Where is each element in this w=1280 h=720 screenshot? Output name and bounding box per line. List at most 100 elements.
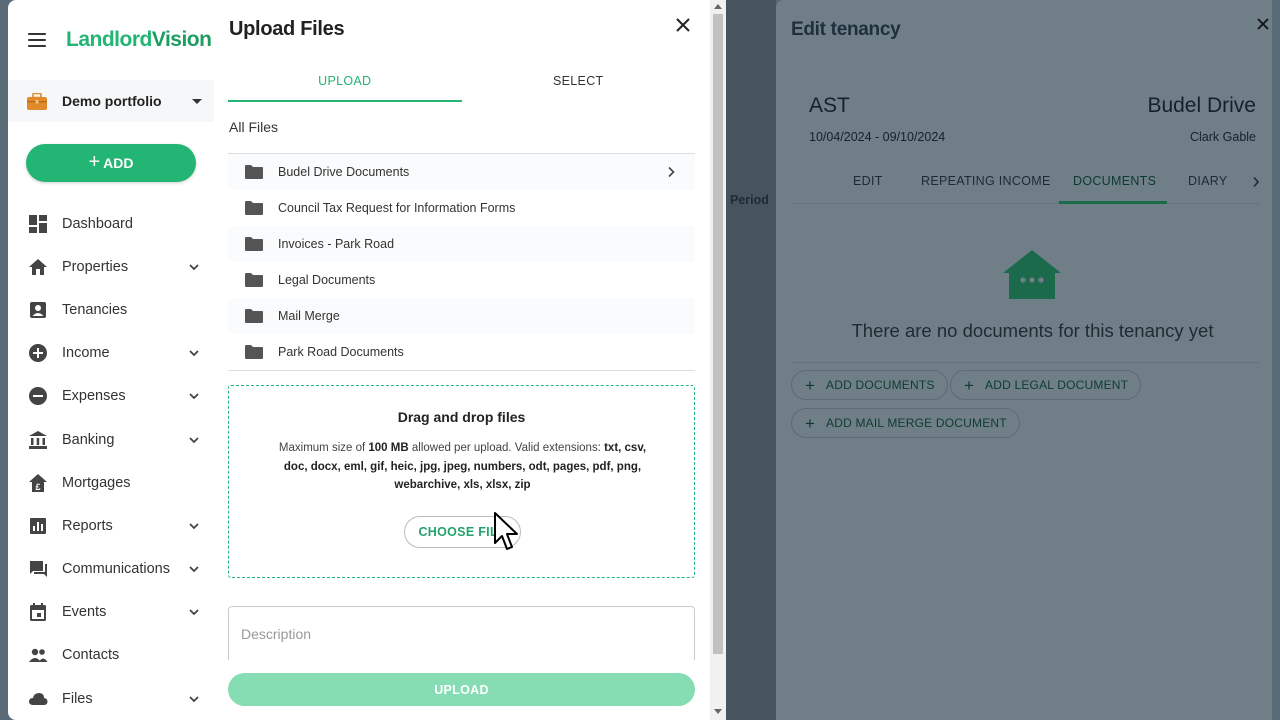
- property-name: Budel Drive: [1147, 94, 1256, 117]
- add-mail-merge-label: ADD MAIL MERGE DOCUMENT: [826, 416, 1007, 430]
- sidebar-item-communications[interactable]: Communications: [8, 548, 214, 591]
- sidebar-item-properties[interactable]: Properties: [8, 245, 214, 288]
- folder-icon: [245, 201, 263, 215]
- briefcase-icon: [27, 93, 47, 110]
- logo[interactable]: LandlordVision: [66, 28, 212, 52]
- sidebar-item-expenses[interactable]: Expenses: [8, 375, 214, 418]
- add-documents-button[interactable]: + ADD DOCUMENTS: [791, 370, 948, 400]
- sidebar-item-contacts[interactable]: Contacts: [8, 634, 214, 677]
- sidebar-item-dashboard[interactable]: Dashboard: [8, 202, 214, 245]
- scroll-up-icon[interactable]: [714, 4, 722, 9]
- svg-text:£: £: [35, 482, 40, 492]
- folder-item[interactable]: Council Tax Request for Information Form…: [228, 190, 695, 226]
- tab-diary[interactable]: DIARY: [1188, 174, 1227, 188]
- sidebar-nav: Dashboard Properties Tenancies Income Ex…: [8, 202, 214, 720]
- drop-zone[interactable]: Drag and drop files Maximum size of 100 …: [228, 385, 695, 578]
- portfolio-selector[interactable]: Demo portfolio: [8, 80, 214, 122]
- add-button-label: ADD: [103, 155, 134, 171]
- add-button[interactable]: + ADD: [26, 144, 196, 182]
- chevron-down-icon: [189, 350, 199, 357]
- close-icon[interactable]: [1256, 17, 1270, 31]
- dropzone-title: Drag and drop files: [397, 409, 526, 425]
- calendar-icon: [30, 603, 46, 622]
- dashboard-icon: [29, 214, 47, 233]
- scrollbar-thumb[interactable]: [713, 14, 723, 654]
- sidebar-item-label: Expenses: [62, 388, 126, 405]
- sidebar-item-label: Properties: [62, 258, 129, 275]
- hamburger-menu-icon[interactable]: [28, 33, 46, 47]
- add-documents-label: ADD DOCUMENTS: [826, 378, 935, 392]
- scrollbar[interactable]: [710, 0, 726, 720]
- upload-tabs: UPLOAD SELECT: [228, 62, 695, 102]
- mortgage-icon: £: [29, 473, 47, 492]
- description-input[interactable]: [228, 606, 695, 660]
- choose-file-button[interactable]: CHOOSE FILE: [404, 516, 521, 548]
- sidebar-item-events[interactable]: Events: [8, 591, 214, 634]
- add-legal-document-button[interactable]: + ADD LEGAL DOCUMENT: [950, 370, 1142, 400]
- folder-icon: [245, 309, 263, 323]
- sidebar-item-tenancies[interactable]: Tenancies: [8, 288, 214, 331]
- sidebar-item-label: Banking: [62, 431, 115, 448]
- tab-documents[interactable]: DOCUMENTS: [1073, 174, 1156, 188]
- close-icon[interactable]: [674, 16, 692, 34]
- folder-icon: [245, 237, 263, 251]
- scroll-down-icon[interactable]: [714, 709, 722, 714]
- sidebar-item-mortgages[interactable]: £ Mortgages: [8, 461, 214, 504]
- folder-name: Invoices - Park Road: [278, 237, 395, 251]
- sidebar-header: LandlordVision: [8, 0, 214, 80]
- folder-icon: [245, 273, 263, 287]
- sidebar-item-label: Files: [62, 690, 93, 707]
- tenancy-tabs: EDIT REPEATING INCOME DOCUMENTS DIARY: [791, 162, 1261, 204]
- bank-icon: [29, 430, 47, 449]
- divider: [791, 362, 1259, 363]
- folder-name: Mail Merge: [278, 309, 340, 323]
- folder-item[interactable]: Legal Documents: [228, 262, 695, 298]
- home-icon: [29, 258, 47, 275]
- tab-repeating-income[interactable]: REPEATING INCOME: [921, 174, 1051, 188]
- upload-files-panel: Upload Files UPLOAD SELECT All Files Bud…: [214, 0, 726, 720]
- plus-icon: +: [964, 376, 975, 395]
- chevron-down-icon: [189, 609, 199, 616]
- chevron-right-icon[interactable]: [1251, 176, 1261, 188]
- tab-edit[interactable]: EDIT: [853, 174, 883, 188]
- sidebar-item-label: Dashboard: [62, 215, 133, 232]
- tenant-name: Clark Gable: [1190, 130, 1256, 144]
- background-overlay: Period: [726, 0, 776, 720]
- chevron-down-icon: [189, 436, 199, 443]
- breadcrumb[interactable]: All Files: [229, 119, 278, 135]
- sidebar: LandlordVision Demo portfolio + ADD Dashb…: [8, 0, 214, 720]
- plus-circle-icon: [29, 344, 47, 363]
- empty-state-message: There are no documents for this tenancy …: [851, 320, 1214, 341]
- add-mail-merge-document-button[interactable]: + ADD MAIL MERGE DOCUMENT: [791, 408, 1020, 438]
- upload-button[interactable]: UPLOAD: [228, 673, 695, 706]
- minus-circle-icon: [29, 387, 47, 406]
- sidebar-item-reports[interactable]: Reports: [8, 504, 214, 547]
- chat-icon: [30, 561, 47, 578]
- chevron-down-icon: [189, 523, 199, 530]
- sidebar-item-label: Contacts: [62, 647, 120, 664]
- folder-item[interactable]: Invoices - Park Road: [228, 226, 695, 262]
- sidebar-item-label: Events: [62, 604, 107, 621]
- folder-item[interactable]: Mail Merge: [228, 298, 695, 334]
- tenancy-type: AST: [809, 94, 850, 117]
- plus-icon: +: [88, 151, 101, 173]
- folder-name: Legal Documents: [278, 273, 376, 287]
- dropzone-text-prefix: Maximum size of: [278, 442, 369, 454]
- tab-select[interactable]: SELECT: [462, 62, 696, 102]
- sidebar-item-files[interactable]: Files: [8, 677, 214, 720]
- logo-text-2: Vision: [151, 28, 212, 51]
- tenancy-icon: [30, 301, 46, 318]
- tenancy-dates: 10/04/2024 - 09/10/2024: [809, 130, 946, 144]
- chevron-down-icon: [189, 264, 199, 271]
- chevron-down-icon: [189, 696, 199, 702]
- folder-item[interactable]: Park Road Documents: [228, 334, 695, 370]
- sidebar-item-income[interactable]: Income: [8, 332, 214, 375]
- sidebar-item-label: Tenancies: [62, 301, 128, 318]
- sidebar-item-banking[interactable]: Banking: [8, 418, 214, 461]
- caret-down-icon: [192, 99, 202, 104]
- bar-chart-icon: [30, 517, 46, 534]
- sidebar-item-label: Communications: [62, 561, 170, 578]
- cloud-icon: [29, 692, 48, 705]
- tab-upload[interactable]: UPLOAD: [228, 62, 462, 102]
- folder-item[interactable]: Budel Drive Documents: [228, 154, 695, 190]
